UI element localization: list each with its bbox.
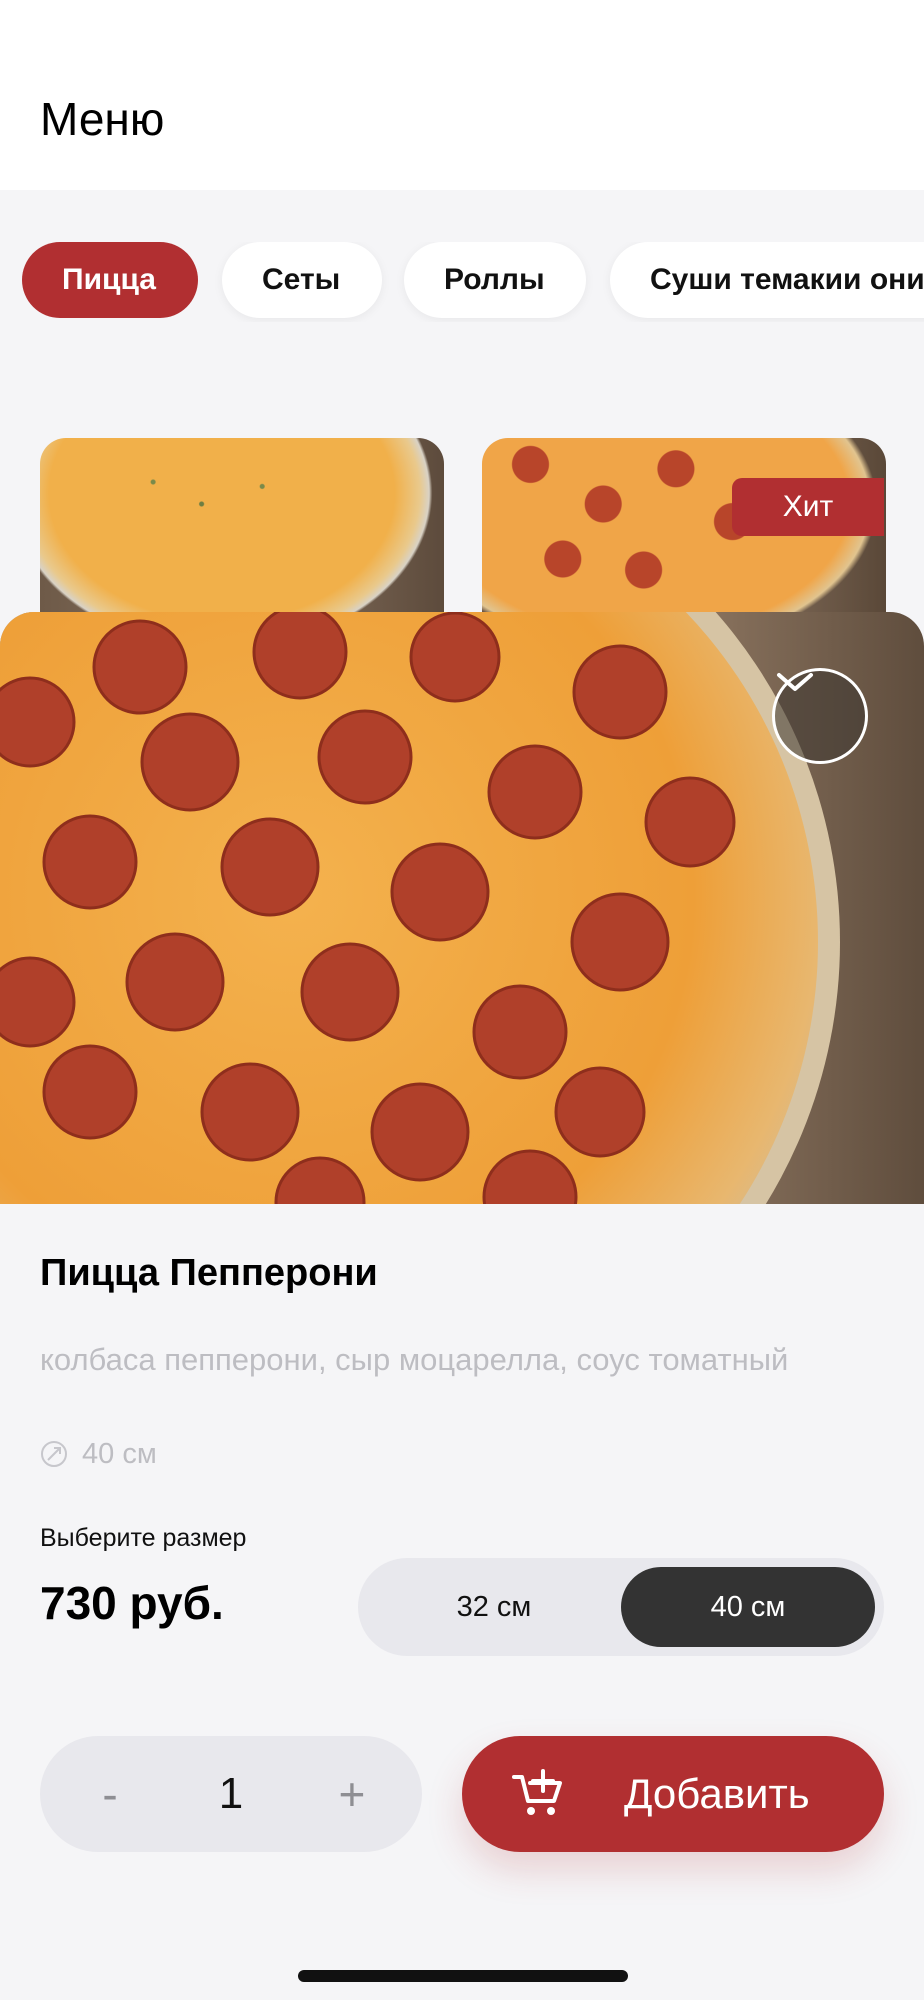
product-size-info: 40 см [40,1434,157,1474]
price: 730 руб. [40,1577,224,1629]
size-option-40[interactable]: 40 см [621,1567,875,1647]
tab-label: Пицца [62,263,156,296]
product-image [0,612,924,1204]
add-to-cart-button[interactable]: Добавить [462,1736,884,1852]
ruler-icon [41,1441,67,1467]
tab-pizza[interactable]: Пицца [22,242,198,318]
tab-label: Роллы [444,263,545,296]
chevron-down-icon [777,673,813,691]
size-option-32[interactable]: 32 см [367,1567,621,1647]
page-title: Меню [40,93,165,145]
product-title: Пицца Пепперони [40,1252,378,1294]
increase-button[interactable]: + [322,1767,382,1821]
category-tabs: Пицца Сеты Роллы Суши темакии они [0,242,924,322]
home-indicator [298,1970,628,1982]
product-description: колбаса пепперони, сыр моцарелла, соус т… [40,1342,789,1377]
add-button-label: Добавить [624,1770,810,1817]
tab-sushi[interactable]: Суши темакии они [610,242,924,318]
choose-size-label: Выберите размер [40,1524,247,1552]
tab-label: Сеты [262,263,341,296]
size-text: 40 см [82,1437,157,1470]
tab-sets[interactable]: Сеты [222,242,382,318]
product-sheet: Пицца Пепперони колбаса пепперони, сыр м… [0,612,924,2000]
header: Меню [0,0,924,190]
size-selector: 32 см 40 см [358,1558,884,1656]
cart-plus-icon [512,1769,562,1815]
quantity-stepper: - 1 + [40,1736,422,1852]
collapse-button[interactable] [772,668,868,764]
hit-badge: Хит [732,478,884,536]
quantity-value: 1 [218,1769,244,1818]
decrease-button[interactable]: - [80,1767,140,1821]
tab-rolls[interactable]: Роллы [404,242,586,318]
tab-label: Суши темакии они [650,263,924,296]
